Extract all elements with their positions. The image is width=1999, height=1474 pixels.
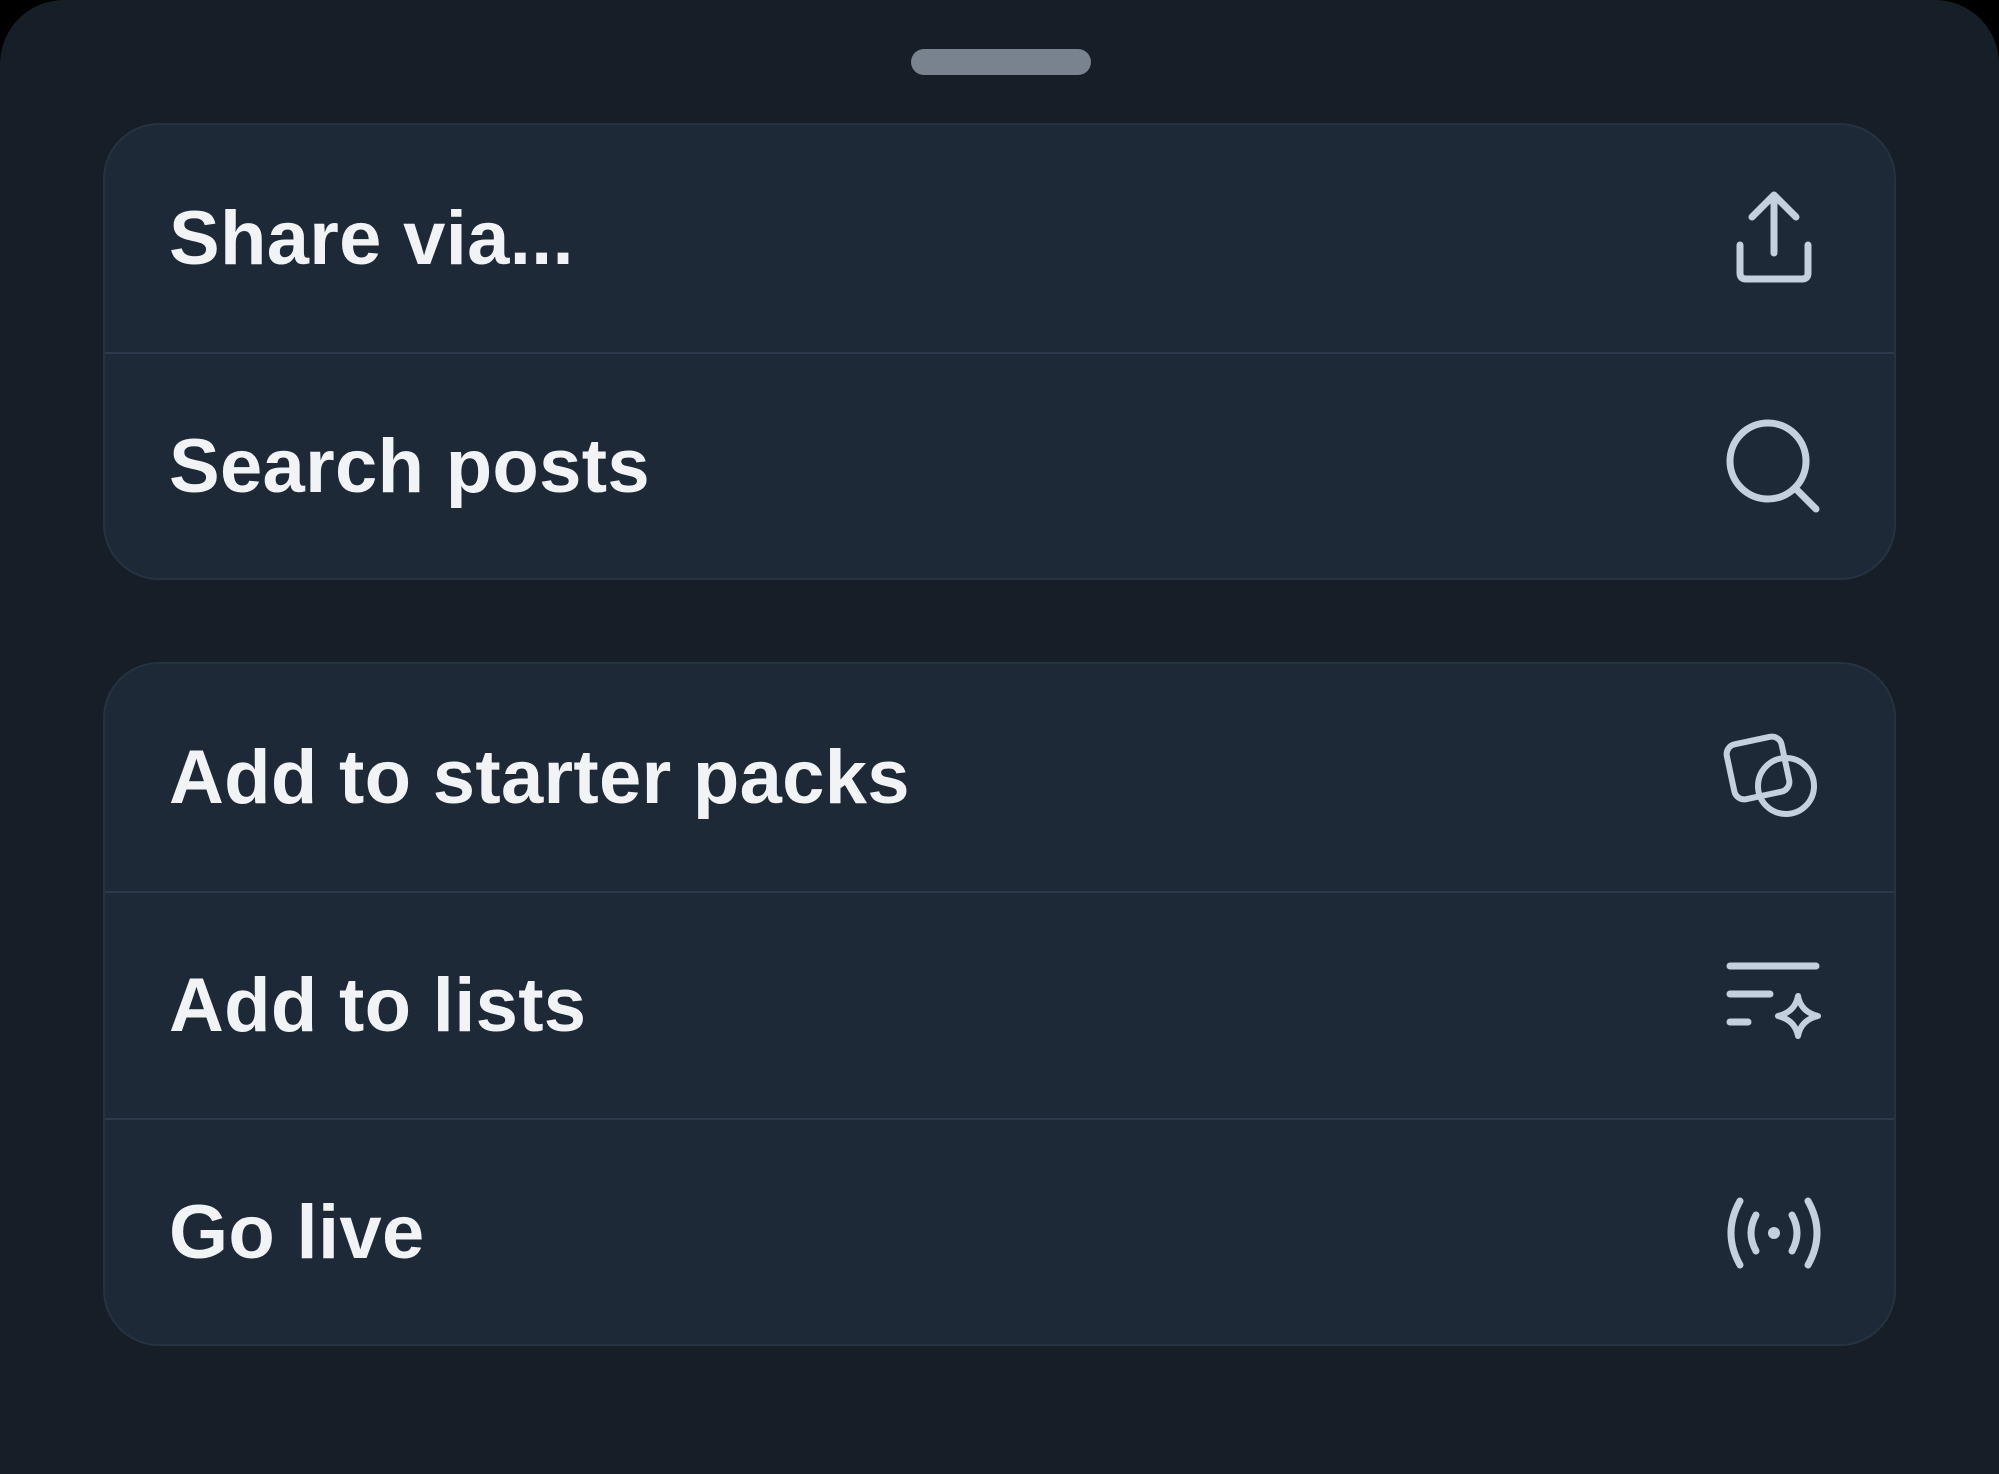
search-icon [1722, 415, 1826, 519]
bottom-sheet: Share via... Search posts Add to starter… [0, 0, 1999, 1474]
drag-handle[interactable] [911, 49, 1091, 75]
add-to-starter-packs-menu-item[interactable]: Add to starter packs [105, 664, 1894, 891]
menu-group-share: Share via... Search posts [103, 123, 1896, 580]
share-via-label: Share via... [169, 196, 574, 281]
share-via-menu-item[interactable]: Share via... [105, 125, 1894, 352]
share-icon [1722, 187, 1826, 291]
add-to-lists-label: Add to lists [169, 963, 587, 1048]
go-live-menu-item[interactable]: Go live [105, 1118, 1894, 1344]
search-posts-label: Search posts [169, 424, 650, 509]
add-to-starter-packs-label: Add to starter packs [169, 735, 910, 820]
broadcast-icon [1722, 1181, 1826, 1285]
starter-pack-icon [1722, 726, 1826, 830]
list-sparkle-icon [1722, 954, 1826, 1058]
search-posts-menu-item[interactable]: Search posts [105, 352, 1894, 578]
menu-group-actions: Add to starter packs Add to lists Go liv… [103, 662, 1896, 1346]
add-to-lists-menu-item[interactable]: Add to lists [105, 891, 1894, 1118]
go-live-label: Go live [169, 1190, 425, 1275]
